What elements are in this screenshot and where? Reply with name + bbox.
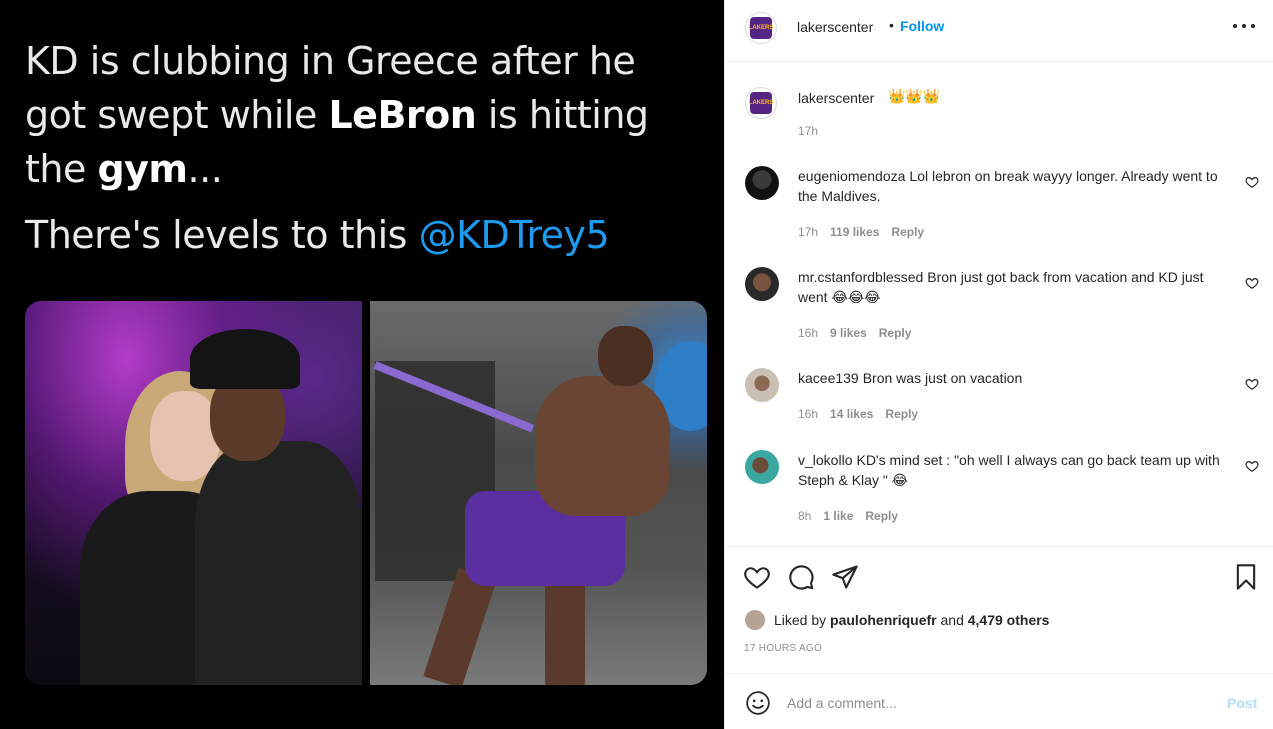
tweet-text-line2: There's levels to this @KDTrey5 (25, 208, 610, 262)
comment-username[interactable]: kacee139 (798, 370, 859, 386)
comment-text: kacee139 Bron was just on vacation (798, 368, 1233, 388)
caption-time[interactable]: 17h (798, 124, 818, 138)
tweet-bold-lebron: LeBron (328, 93, 477, 137)
comment-body: Bron was just on vacation (862, 370, 1023, 386)
post-header: LAKERS lakerscenter • Follow (725, 0, 1273, 62)
avatar[interactable] (745, 450, 779, 484)
tweet-text-part: There's levels to this (25, 213, 419, 257)
photo-gym (370, 301, 707, 685)
heart-icon[interactable] (743, 563, 771, 591)
avatar[interactable]: LAKERS (745, 12, 777, 44)
reply-button[interactable]: Reply (885, 407, 918, 421)
comment-input[interactable] (787, 688, 1207, 718)
avatar[interactable] (745, 267, 779, 301)
add-comment-bar: Post (725, 673, 1273, 729)
comment-text: mr.cstanfordblessed Bron just got back fr… (798, 267, 1233, 307)
comment-meta: 17h 119 likes Reply (798, 225, 936, 239)
comment-username[interactable]: v_lokollo (798, 452, 852, 468)
heart-icon[interactable] (1245, 459, 1259, 473)
comments-panel: LAKERS lakerscenter • Follow LAKERS lake… (724, 0, 1273, 729)
comment-time[interactable]: 16h (798, 326, 818, 340)
more-icon[interactable] (1233, 24, 1255, 30)
comment-likes[interactable]: 1 like (823, 509, 853, 523)
action-bar (725, 546, 1273, 606)
liked-by-text: Liked by paulohenriquefr and 4,479 other… (774, 612, 1049, 628)
comment-likes[interactable]: 14 likes (830, 407, 873, 421)
heart-icon[interactable] (1245, 175, 1259, 189)
lakers-logo: LAKERS (749, 92, 773, 114)
reply-button[interactable]: Reply (865, 509, 898, 523)
photo-club (25, 301, 362, 685)
comment-meta: 8h 1 like Reply (798, 509, 910, 523)
comment-text: eugeniomendoza Lol lebron on break wayyy … (798, 166, 1233, 206)
avatar[interactable]: LAKERS (745, 87, 777, 119)
comment-likes[interactable]: 119 likes (830, 225, 879, 239)
liked-and: and (936, 612, 968, 628)
header-username[interactable]: lakerscenter (797, 19, 873, 35)
comment-icon[interactable] (787, 563, 815, 591)
comment-time[interactable]: 17h (798, 225, 818, 239)
comment-text: v_lokollo KD's mind set : "oh well I alwa… (798, 450, 1233, 490)
figure-shape (545, 571, 585, 685)
lakers-logo: LAKERS (749, 17, 773, 39)
post-button[interactable]: Post (1227, 695, 1257, 711)
comment-meta: 16h 14 likes Reply (798, 407, 930, 421)
avatar[interactable] (745, 610, 765, 630)
follow-button[interactable]: Follow (900, 18, 944, 34)
avatar[interactable] (745, 166, 779, 200)
figure-shape (195, 441, 362, 685)
heart-icon[interactable] (1245, 276, 1259, 290)
comment-meta: 16h 9 likes Reply (798, 326, 923, 340)
figure-shape (535, 376, 670, 516)
post-media[interactable]: KD is clubbing in Greece after he got sw… (0, 0, 724, 729)
post-timestamp[interactable]: 17 HOURS AGO (744, 643, 822, 654)
liked-user[interactable]: paulohenriquefr (830, 612, 937, 628)
comment-body: KD's mind set : "oh well I always can go… (798, 452, 1220, 488)
separator-dot: • (889, 17, 894, 33)
tweet-text: KD is clubbing in Greece after he got sw… (25, 34, 705, 196)
reply-button[interactable]: Reply (879, 326, 912, 340)
tweet-bold-gym: gym (97, 147, 188, 191)
avatar[interactable] (745, 368, 779, 402)
emoji-icon[interactable] (745, 690, 771, 716)
caption-username[interactable]: lakerscenter (798, 90, 874, 106)
figure-shape (190, 329, 300, 389)
figure-shape (598, 326, 653, 386)
tweet-mention: @KDTrey5 (418, 213, 610, 257)
comment-likes[interactable]: 9 likes (830, 326, 867, 340)
liked-prefix: Liked by (774, 612, 831, 628)
tweet-text-part: ... (187, 147, 223, 191)
comment-username[interactable]: mr.cstanfordblessed (798, 269, 923, 285)
caption-emojis: 👑👑👑 (888, 88, 941, 104)
comment-time[interactable]: 8h (798, 509, 811, 523)
comment-username[interactable]: eugeniomendoza (798, 168, 905, 184)
bookmark-icon[interactable] (1232, 563, 1260, 591)
reply-button[interactable]: Reply (891, 225, 924, 239)
share-icon[interactable] (831, 563, 859, 591)
heart-icon[interactable] (1245, 377, 1259, 391)
liked-others[interactable]: 4,479 others (968, 612, 1050, 628)
comment-time[interactable]: 16h (798, 407, 818, 421)
